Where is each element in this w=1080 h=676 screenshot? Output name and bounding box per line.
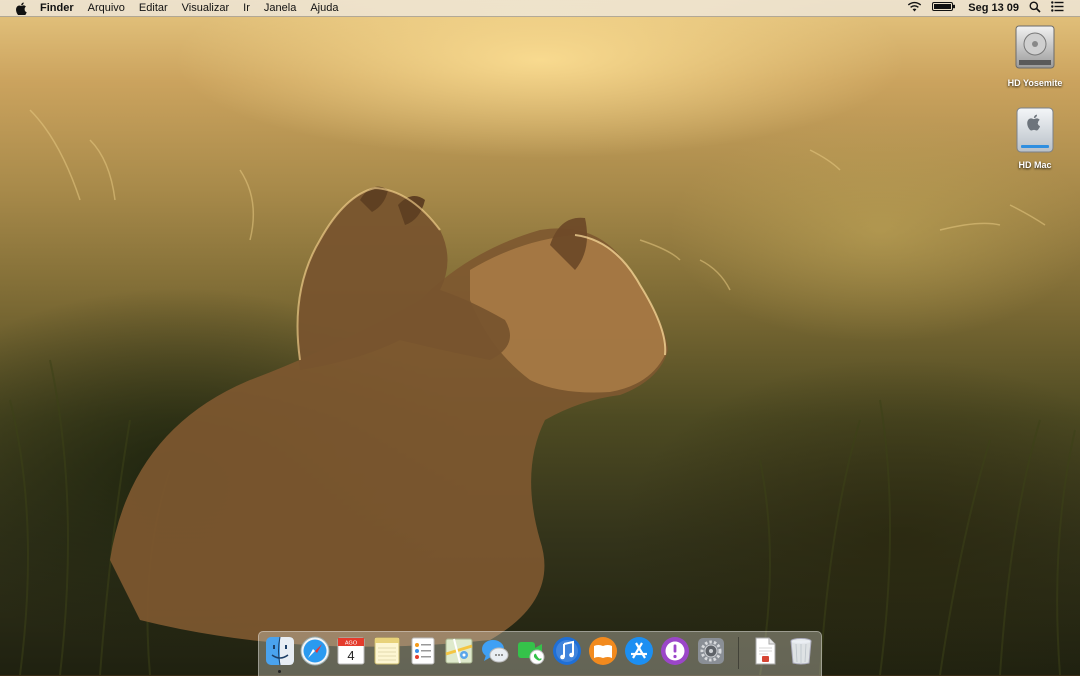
dock-finder[interactable]: [265, 636, 295, 666]
lioness-and-cub-photo: [9, 109, 1076, 675]
desktop-wallpaper: [0, 0, 1080, 675]
desktop-icon-label: HD Mac: [1018, 160, 1052, 170]
dock-document[interactable]: [750, 636, 780, 666]
calendar-month-label: AGO: [345, 640, 358, 646]
reminders-icon: [411, 637, 435, 665]
maps-icon: [445, 638, 473, 664]
menu-arquivo[interactable]: Arquivo: [88, 0, 125, 16]
apple-menu-icon[interactable]: [14, 0, 28, 16]
dock-maps[interactable]: [444, 636, 474, 666]
menu-visualizar[interactable]: Visualizar: [182, 0, 230, 16]
menu-bar: Finder Arquivo Editar Visualizar Ir Jane…: [0, 0, 1080, 17]
battery-icon[interactable]: [932, 1, 956, 15]
desktop-icon-hd-yosemite[interactable]: HD Yosemite: [995, 22, 1075, 88]
menu-ir[interactable]: Ir: [243, 0, 250, 16]
safari-compass-icon: [300, 636, 330, 666]
hard-drive-icon: [1015, 25, 1055, 69]
messages-icon: [482, 640, 509, 663]
dock-system-preferences[interactable]: [696, 636, 726, 666]
exclamation-icon: [661, 637, 689, 665]
document-icon: [755, 637, 776, 665]
menu-app-finder[interactable]: Finder: [40, 0, 74, 16]
notes-icon: [374, 637, 400, 665]
wifi-icon[interactable]: [907, 1, 922, 15]
facetime-camera-icon: [518, 642, 545, 665]
menu-bar-status-area: Seg 13 09: [897, 0, 1080, 16]
dock-trash[interactable]: [786, 636, 816, 666]
dock-itunes[interactable]: [552, 636, 582, 666]
calendar-day-label: 4: [347, 648, 354, 663]
menu-janela[interactable]: Janela: [264, 0, 296, 16]
dock-calendar[interactable]: AGO 4: [336, 636, 366, 666]
desktop-icon-hd-mac[interactable]: HD Mac: [995, 106, 1075, 170]
dock-ibooks[interactable]: [588, 636, 618, 666]
dock-separator: [738, 637, 739, 669]
menu-editar[interactable]: Editar: [139, 0, 168, 16]
gear-icon: [698, 638, 724, 664]
dock-running-indicator: [278, 670, 281, 673]
finder-icon: [266, 636, 294, 666]
external-drive-icon: [1016, 107, 1054, 153]
book-icon: [589, 637, 617, 665]
menu-bar-clock[interactable]: Seg 13 09: [968, 2, 1019, 14]
calendar-icon: AGO 4: [337, 637, 365, 665]
notification-center-icon[interactable]: [1051, 1, 1064, 15]
menu-ajuda[interactable]: Ajuda: [310, 0, 338, 16]
dock-messages[interactable]: [480, 636, 510, 666]
app-store-icon: [625, 637, 653, 665]
trash-icon: [790, 638, 812, 665]
spotlight-icon[interactable]: [1029, 1, 1041, 16]
dock-feedback-assistant[interactable]: [660, 636, 690, 666]
dock-notes[interactable]: [372, 636, 402, 666]
dock-reminders[interactable]: [408, 636, 438, 666]
dock-facetime[interactable]: [516, 636, 546, 666]
dock-app-store[interactable]: [624, 636, 654, 666]
desktop-icon-label: HD Yosemite: [1007, 78, 1063, 88]
dock-safari[interactable]: [300, 636, 330, 666]
music-note-icon: [553, 637, 581, 665]
